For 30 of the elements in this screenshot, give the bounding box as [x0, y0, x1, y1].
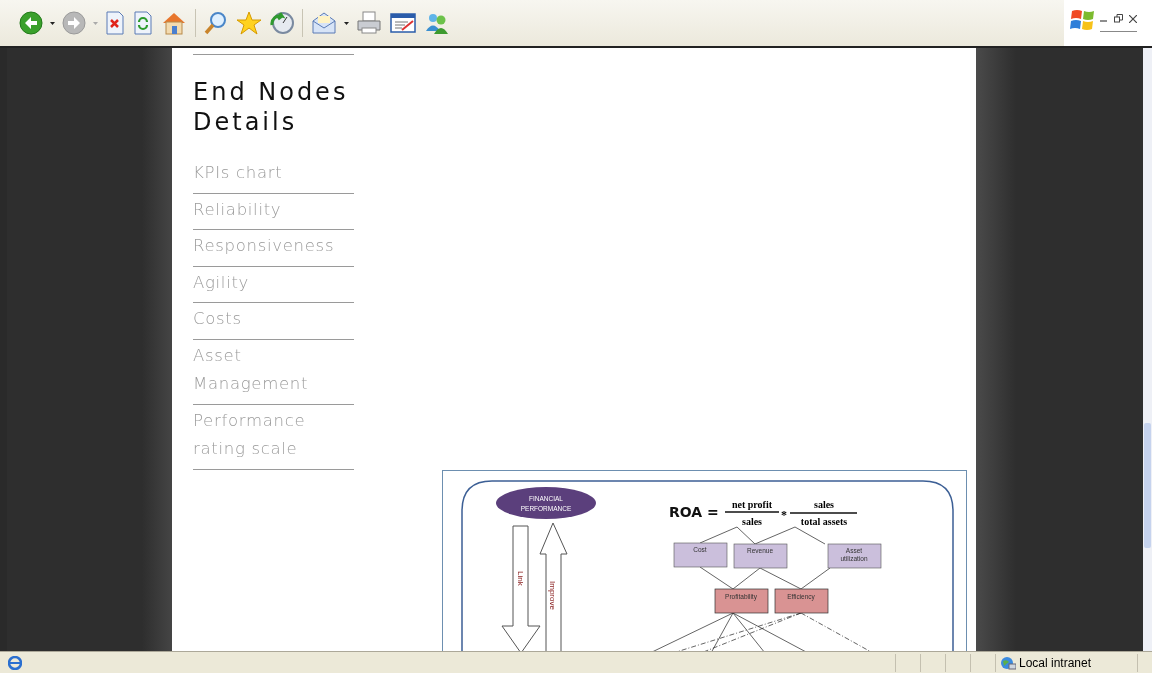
formula-numerator: sales: [814, 499, 834, 510]
connector-line: [794, 526, 826, 545]
sidebar-link[interactable]: Performance rating scale: [193, 406, 354, 470]
globe-icon: [1000, 655, 1016, 670]
section-heading: End Nodes Details: [193, 77, 350, 137]
arrow-label: Improve: [548, 581, 557, 610]
formula-operator: *: [781, 508, 787, 522]
ie-icon: [8, 655, 22, 670]
close-icon[interactable]: [1129, 14, 1137, 23]
connector-line: [699, 566, 734, 590]
caret-icon[interactable]: [344, 21, 349, 25]
sidebar-link[interactable]: KPIs chart: [193, 159, 354, 194]
scrollbar[interactable]: [1143, 48, 1152, 651]
sidebar-link[interactable]: Reliability: [193, 195, 354, 230]
formula-denominator: total assets: [800, 516, 848, 527]
windows-logo-icon: [1070, 8, 1096, 32]
restore-icon[interactable]: [1114, 14, 1123, 23]
arrow-label: Link: [516, 571, 525, 586]
zone-label: Local intranet: [1019, 655, 1092, 670]
formula-numerator: net profit: [731, 499, 773, 510]
back-button[interactable]: [16, 8, 46, 38]
formula-lhs: ROA =: [669, 504, 719, 520]
connector-line: [800, 567, 831, 590]
formula-denominator: sales: [742, 516, 762, 527]
sidebar-link[interactable]: Agility: [193, 268, 354, 303]
sidebar-link[interactable]: Responsiveness: [193, 232, 354, 267]
sidebar-link[interactable]: Asset Management: [193, 341, 354, 405]
caret-icon[interactable]: [50, 21, 55, 25]
scroll-thumb[interactable]: [1144, 423, 1151, 548]
sidebar-link[interactable]: Costs: [193, 305, 354, 340]
